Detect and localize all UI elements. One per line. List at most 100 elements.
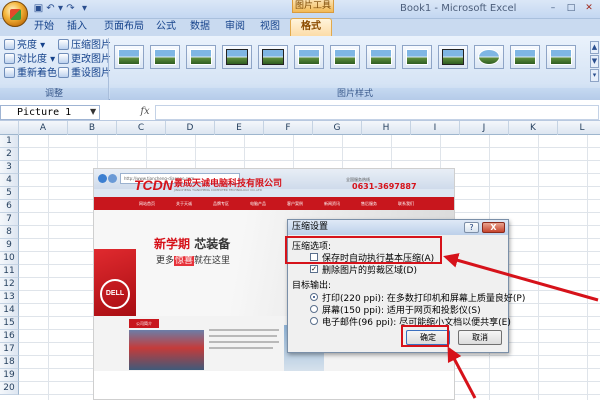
row-header[interactable]: 11 — [0, 265, 19, 278]
picture-style-thumb[interactable] — [258, 45, 288, 69]
formula-input[interactable] — [155, 105, 599, 120]
tab-page-layout[interactable]: 页面布局 — [100, 19, 148, 36]
change-picture-icon — [58, 53, 69, 64]
picture-style-thumb[interactable] — [474, 45, 504, 69]
site-nav-item: 客户案例 — [287, 201, 303, 206]
target-screen-radio[interactable] — [310, 305, 318, 313]
column-header[interactable]: E — [215, 121, 264, 135]
picture-style-thumb[interactable] — [222, 45, 252, 69]
reset-picture-button[interactable]: 重设图片 — [58, 67, 111, 81]
picture-style-thumb[interactable] — [186, 45, 216, 69]
brightness-icon — [4, 39, 15, 50]
select-all-corner[interactable] — [0, 121, 19, 135]
row-header[interactable]: 20 — [0, 382, 19, 395]
news-tab: 公司简介 — [129, 319, 159, 328]
tab-format[interactable]: 格式 — [290, 18, 332, 37]
quick-access-more-icon[interactable]: ▾ — [78, 3, 91, 15]
banner-sub-pre: 更多 — [156, 256, 175, 266]
row-header[interactable]: 5 — [0, 187, 19, 200]
insert-function-icon[interactable]: fx — [138, 105, 152, 119]
row-header[interactable]: 10 — [0, 252, 19, 265]
column-header[interactable]: F — [264, 121, 313, 135]
column-header[interactable]: H — [362, 121, 411, 135]
gallery-more-icon[interactable]: ▾ — [590, 69, 599, 82]
office-button[interactable] — [2, 1, 28, 27]
gallery-up-icon[interactable]: ▲ — [590, 41, 599, 54]
column-header[interactable]: G — [313, 121, 362, 135]
picture-style-thumb[interactable] — [546, 45, 576, 69]
picture-styles-group-label: 图片样式 — [110, 88, 600, 100]
picture-style-thumb[interactable] — [294, 45, 324, 69]
row-header[interactable]: 8 — [0, 226, 19, 239]
brightness-button[interactable]: 亮度 ▾ — [4, 39, 45, 53]
row-header[interactable]: 4 — [0, 174, 19, 187]
row-header[interactable]: 14 — [0, 304, 19, 317]
column-header[interactable]: J — [460, 121, 509, 135]
row-header[interactable]: 9 — [0, 239, 19, 252]
column-header[interactable]: A — [19, 121, 68, 135]
help-icon[interactable]: ? — [464, 222, 479, 233]
cancel-button[interactable]: 取消 — [458, 330, 502, 345]
tab-home[interactable]: 开始 — [30, 19, 58, 36]
column-header[interactable]: D — [166, 121, 215, 135]
change-picture-button[interactable]: 更改图片 — [58, 53, 111, 67]
tab-formulas[interactable]: 公式 — [152, 19, 180, 36]
contrast-button[interactable]: 对比度 ▾ — [4, 53, 55, 67]
picture-style-thumb[interactable] — [366, 45, 396, 69]
row-header[interactable]: 3 — [0, 161, 19, 174]
picture-style-thumb[interactable] — [402, 45, 432, 69]
row-header[interactable]: 6 — [0, 200, 19, 213]
minimize-icon[interactable]: – — [545, 2, 561, 15]
tab-view[interactable]: 视图 — [256, 19, 284, 36]
target-email-radio[interactable] — [310, 317, 318, 325]
target-print-radio[interactable] — [310, 293, 318, 301]
close-window-icon[interactable]: ✕ — [581, 2, 597, 15]
style-preview — [226, 49, 248, 65]
gallery-down-icon[interactable]: ▼ — [590, 55, 599, 68]
delete-crop-checkbox[interactable]: ✓ — [310, 265, 318, 273]
row-header[interactable]: 15 — [0, 317, 19, 330]
style-preview — [370, 49, 392, 65]
banner-headline-red: 新学期 — [154, 237, 191, 251]
style-preview — [298, 49, 320, 65]
column-header[interactable]: C — [117, 121, 166, 135]
row-header[interactable]: 7 — [0, 213, 19, 226]
picture-style-thumb[interactable] — [150, 45, 180, 69]
window-title: Book1 - Microsoft Excel — [400, 3, 517, 14]
delete-crop-label[interactable]: 删除图片的剪裁区域(D) — [322, 263, 417, 276]
tab-review[interactable]: 审阅 — [221, 19, 249, 36]
redo-icon[interactable]: ↷ — [64, 3, 77, 15]
picture-style-thumb[interactable] — [510, 45, 540, 69]
row-header[interactable]: 17 — [0, 343, 19, 356]
column-header[interactable]: B — [68, 121, 117, 135]
banner-headline: 新学期 芯装备 — [154, 235, 230, 252]
tab-data[interactable]: 数据 — [186, 19, 214, 36]
column-header[interactable]: K — [509, 121, 558, 135]
picture-style-thumb[interactable] — [438, 45, 468, 69]
column-header[interactable]: I — [411, 121, 460, 135]
name-box[interactable]: Picture 1 — [0, 105, 100, 120]
ok-highlight-box — [401, 325, 449, 347]
picture-style-thumb[interactable] — [330, 45, 360, 69]
column-header[interactable]: L — [558, 121, 600, 135]
banner-sub-post: 就在这里 — [194, 256, 231, 266]
close-icon[interactable]: X — [482, 222, 505, 233]
row-header[interactable]: 1 — [0, 135, 19, 148]
maximize-icon[interactable]: □ — [563, 2, 579, 15]
compress-label: 压缩图片 — [71, 40, 111, 51]
style-preview — [262, 49, 284, 65]
name-box-dropdown-icon[interactable]: ▼ — [90, 107, 96, 116]
compress-pictures-button[interactable]: 压缩图片 — [58, 39, 111, 53]
recolor-button[interactable]: 重新着色 ▾ — [4, 67, 65, 81]
row-header[interactable]: 18 — [0, 356, 19, 369]
row-header[interactable]: 12 — [0, 278, 19, 291]
tab-insert[interactable]: 插入 — [63, 19, 91, 36]
reset-picture-icon — [58, 67, 69, 78]
row-header[interactable]: 2 — [0, 148, 19, 161]
picture-style-thumb[interactable] — [114, 45, 144, 69]
site-nav-item: 新闻资讯 — [324, 201, 340, 206]
row-header[interactable]: 16 — [0, 330, 19, 343]
row-header[interactable]: 19 — [0, 369, 19, 382]
row-header[interactable]: 13 — [0, 291, 19, 304]
style-preview — [442, 49, 464, 65]
